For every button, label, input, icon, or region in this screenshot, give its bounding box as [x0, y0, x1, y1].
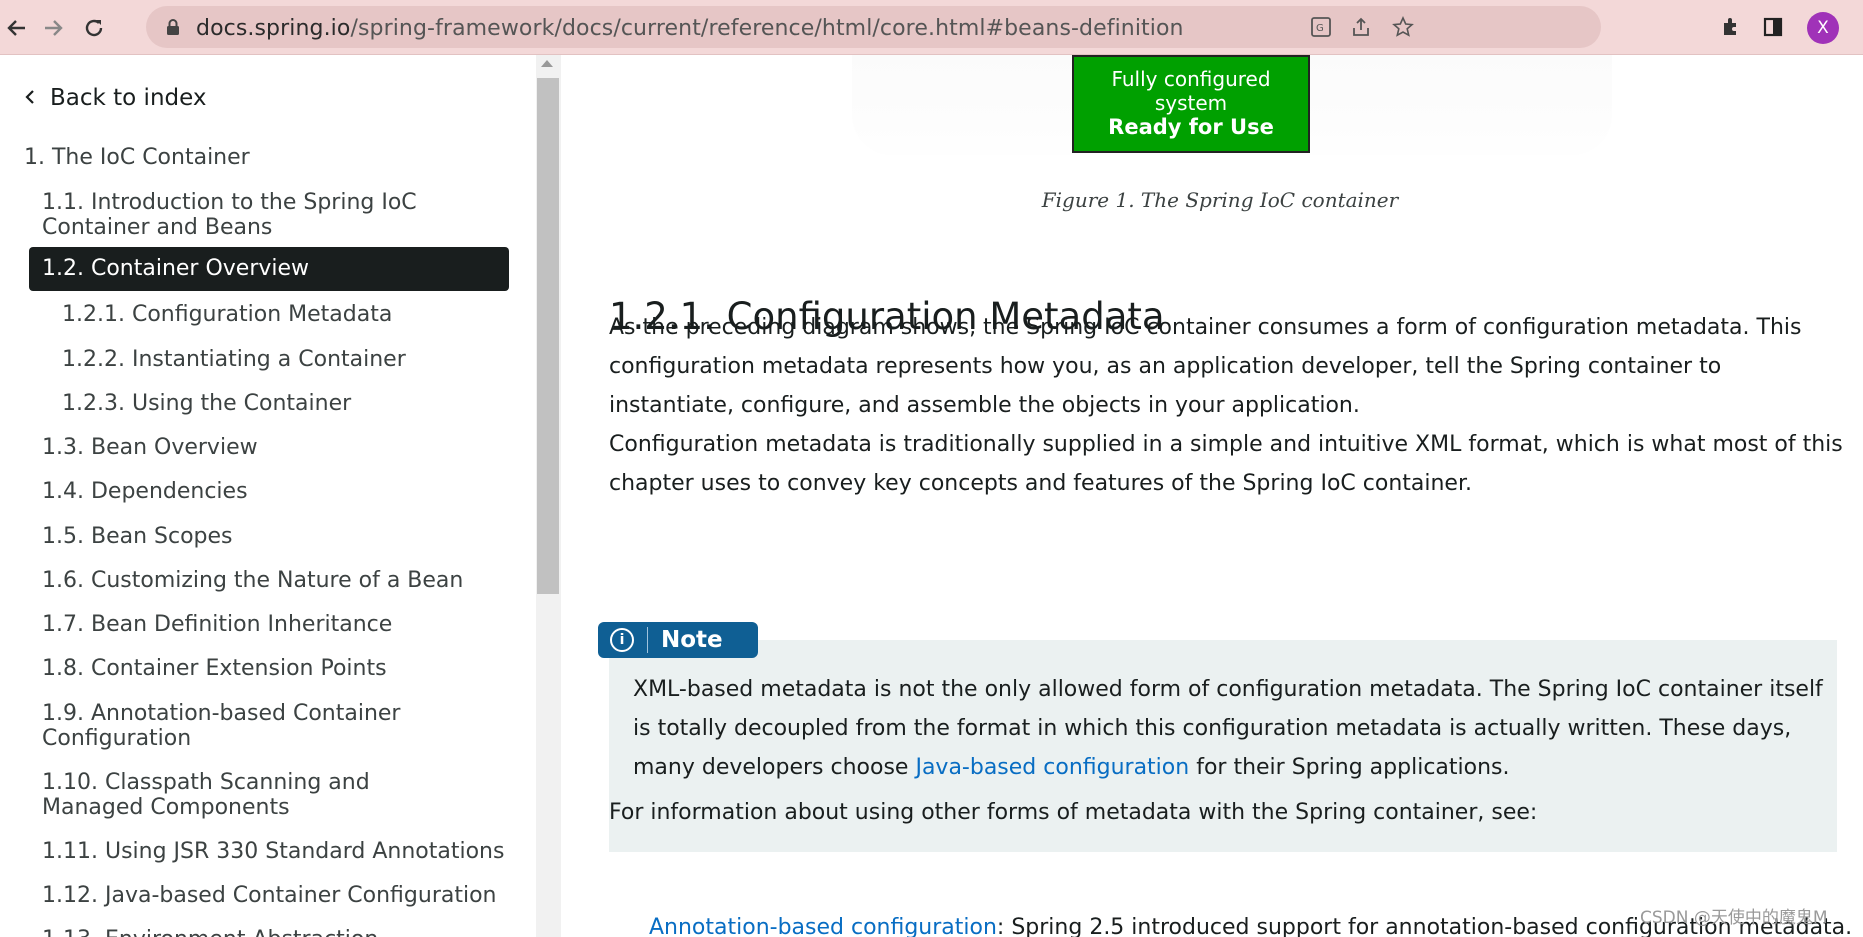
toc-item-1-4[interactable]: 1.4. Dependencies	[42, 479, 248, 504]
browser-toolbar: docs.spring.io/spring-framework/docs/cur…	[0, 0, 1863, 55]
back-to-index-label: Back to index	[50, 85, 207, 111]
figure-caption: Figure 1. The Spring IoC container	[1041, 188, 1399, 212]
info-icon: i	[610, 628, 634, 652]
note-text-after: for their Spring applications.	[1189, 755, 1510, 780]
toc-item-1-13[interactable]: 1.13. Environment Abstraction	[42, 927, 378, 937]
main-content: Fully configured system Ready for Use Fi…	[562, 55, 1863, 937]
forward-arrow-icon[interactable]	[38, 12, 70, 44]
toc-item-1-2-2[interactable]: 1.2.2. Instantiating a Container	[62, 347, 406, 372]
toc-item-1-12[interactable]: 1.12. Java-based Container Configuration	[42, 883, 496, 908]
toc-item-1-5[interactable]: 1.5. Bean Scopes	[42, 524, 233, 549]
figure-box-line2: Ready for Use	[1108, 115, 1274, 139]
toc-item-1-1[interactable]: 1.1. Introduction to the Spring IoC Cont…	[42, 190, 512, 240]
paragraph-3: For information about using other forms …	[609, 800, 1538, 825]
annotation-based-configuration-link[interactable]: Annotation-based configuration	[649, 915, 997, 937]
toc-item-1[interactable]: 1. The IoC Container	[24, 145, 250, 170]
reload-icon[interactable]	[78, 12, 110, 44]
toc-item-1-8[interactable]: 1.8. Container Extension Points	[42, 656, 387, 681]
toc-item-1-2-3[interactable]: 1.2.3. Using the Container	[62, 391, 351, 416]
note-badge: i Note	[598, 622, 758, 658]
back-arrow-icon[interactable]	[0, 12, 32, 44]
java-based-configuration-link[interactable]: Java-based configuration	[915, 755, 1189, 780]
toc-item-1-2-1[interactable]: 1.2.1. Configuration Metadata	[62, 302, 392, 327]
svg-text:G: G	[1316, 23, 1324, 34]
toc-item-1-7[interactable]: 1.7. Bean Definition Inheritance	[42, 612, 392, 637]
note-text: XML-based metadata is not the only allow…	[633, 670, 1823, 787]
side-panel-icon[interactable]	[1758, 12, 1788, 42]
toc-item-1-10[interactable]: 1.10. Classpath Scanning and Managed Com…	[42, 770, 452, 820]
translate-icon[interactable]: G	[1309, 15, 1333, 39]
note-badge-divider	[647, 627, 648, 653]
paragraph-2: Configuration metadata is traditionally …	[609, 432, 1843, 496]
note-label: Note	[661, 627, 723, 653]
sidebar-scroll-thumb[interactable]	[537, 78, 559, 594]
toc-item-1-9[interactable]: 1.9. Annotation-based Container Configur…	[42, 701, 402, 751]
profile-avatar[interactable]: X	[1807, 12, 1839, 44]
lock-icon	[167, 19, 179, 35]
chevron-left-icon	[24, 86, 36, 110]
share-icon[interactable]	[1349, 15, 1373, 39]
extensions-puzzle-icon[interactable]	[1716, 12, 1746, 42]
toc-item-1-3[interactable]: 1.3. Bean Overview	[42, 435, 258, 460]
paragraph-1: As the preceding diagram shows, the Spri…	[609, 315, 1802, 418]
address-bar[interactable]: docs.spring.io/spring-framework/docs/cur…	[146, 6, 1601, 48]
watermark: CSDN @天使中的魔鬼M	[1640, 908, 1828, 928]
figure-box-line1: Fully configured system	[1111, 67, 1271, 115]
toc-item-1-11[interactable]: 1.11. Using JSR 330 Standard Annotations	[42, 839, 504, 864]
star-bookmark-icon[interactable]	[1391, 15, 1415, 39]
back-to-index-link[interactable]: Back to index	[24, 85, 206, 111]
figure-diagram-box: Fully configured system Ready for Use	[1072, 55, 1310, 153]
scroll-up-arrow-icon[interactable]	[541, 60, 553, 67]
toc-sidebar: Back to index 1. The IoC Container 1.1. …	[0, 55, 536, 937]
url-text: docs.spring.io/spring-framework/docs/cur…	[196, 16, 1184, 41]
toc-item-1-6[interactable]: 1.6. Customizing the Nature of a Bean	[42, 568, 463, 593]
toc-item-1-2-active[interactable]: 1.2. Container Overview	[29, 247, 509, 291]
